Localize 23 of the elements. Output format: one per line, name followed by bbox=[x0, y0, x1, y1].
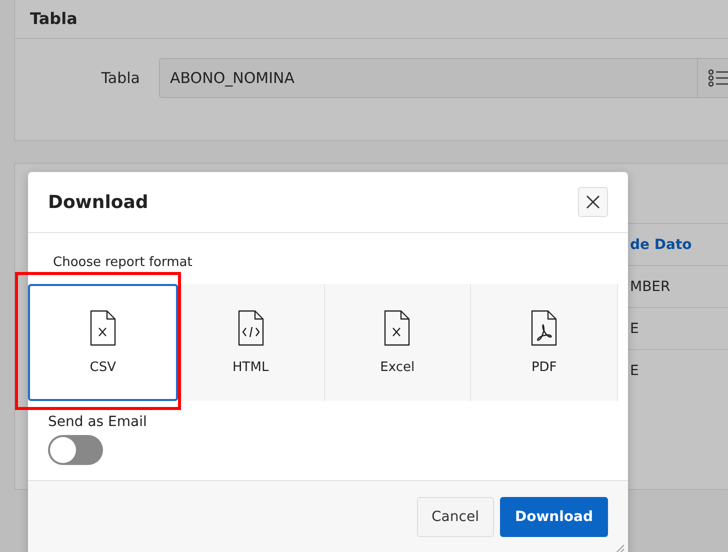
email-toggle[interactable] bbox=[48, 435, 103, 465]
dialog-title: Download bbox=[48, 192, 148, 212]
file-icon bbox=[90, 310, 116, 346]
field-label: Tabla bbox=[100, 69, 140, 87]
cancel-button[interactable]: Cancel bbox=[416, 497, 494, 537]
file-icon bbox=[238, 310, 264, 346]
format-option[interactable]: CSV bbox=[28, 284, 178, 401]
list-icon bbox=[708, 69, 728, 87]
file-icon bbox=[531, 310, 558, 346]
email-label: Send as Email bbox=[48, 414, 147, 430]
close-button[interactable] bbox=[578, 187, 608, 217]
table-cell: E bbox=[630, 320, 639, 336]
resize-grip-icon bbox=[615, 544, 625, 552]
list-button[interactable] bbox=[697, 58, 728, 98]
download-button[interactable]: Download bbox=[500, 497, 608, 537]
table-select-field[interactable]: ABONO_NOMINA bbox=[159, 58, 697, 98]
panel-title: Tabla bbox=[30, 9, 78, 28]
table-cell: MBER bbox=[630, 278, 670, 294]
column-header[interactable]: de Dato bbox=[630, 236, 692, 252]
file-icon bbox=[384, 310, 410, 346]
close-icon bbox=[586, 195, 600, 209]
table-cell: E bbox=[630, 362, 639, 378]
format-label: Choose report format bbox=[53, 255, 192, 270]
